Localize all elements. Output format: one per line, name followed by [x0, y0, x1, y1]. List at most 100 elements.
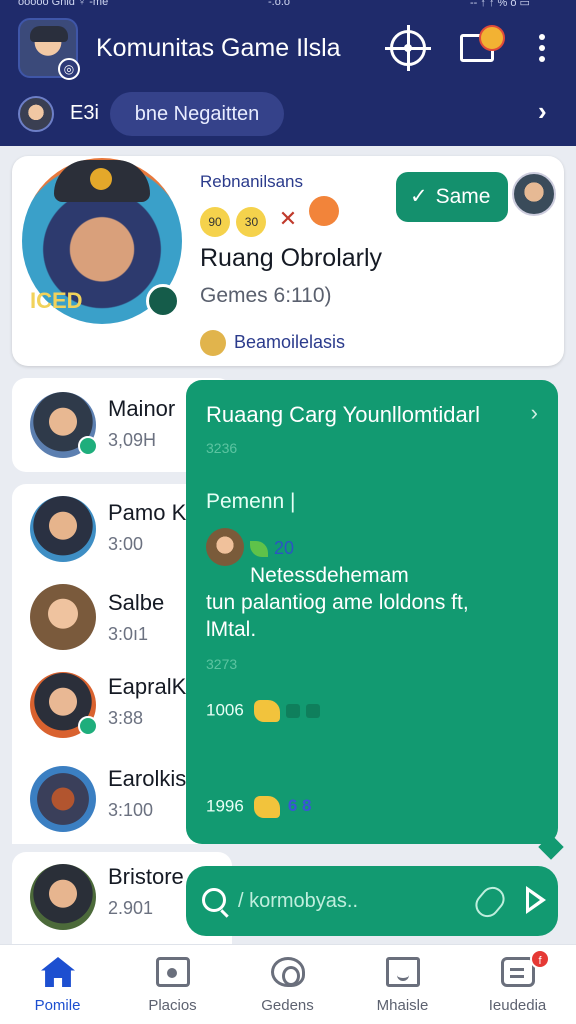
reaction-extra: 6 8 [287, 796, 312, 816]
status-center: -.o.o [268, 0, 291, 8]
square-icon [305, 704, 320, 718]
chat-time: 3:100 [108, 800, 154, 820]
nav-item-media[interactable]: f Ieudedia [460, 945, 575, 1024]
sub-label: E3i [70, 102, 99, 124]
panel-meta: 3273 [206, 656, 238, 672]
sender-name: Pemenn | [206, 490, 296, 513]
send-icon[interactable] [526, 886, 546, 914]
nav-label: Placios [148, 997, 197, 1014]
reaction-emoji-icon[interactable] [309, 196, 340, 226]
message-text: Netessdehemam tun palantiog ame loldons … [206, 562, 546, 643]
settings-badge-icon: ◎ [58, 58, 80, 80]
emoji-icon [479, 25, 505, 51]
message-composer [186, 866, 558, 936]
chat-time: 3:0ı1 [108, 624, 149, 644]
featured-top-text: Rebnanilsans [200, 172, 304, 191]
featured-card[interactable]: ICED Rebnanilsans 90 30 ✕ ✓ Same Ruang Ob… [12, 156, 564, 366]
chat-name[interactable]: Pamo K [108, 500, 186, 526]
attach-icon[interactable] [470, 882, 510, 922]
chat-name[interactable]: Salbe [108, 590, 164, 616]
cross-icon[interactable]: ✕ [273, 204, 303, 234]
status-dot-icon [146, 284, 180, 318]
emoji-icon [253, 700, 280, 722]
panel-meta: 3236 [206, 440, 238, 456]
message-line: lMtal. [206, 618, 257, 641]
app-title: Komunitas Game Ilsla [96, 34, 341, 62]
emoji-icon [253, 796, 280, 818]
sender-meta: 20 [250, 538, 294, 559]
reaction-count: 1996 [206, 796, 244, 816]
reaction-row[interactable]: 1006 [206, 700, 320, 722]
more-vert-icon[interactable] [536, 34, 548, 67]
game-icon [200, 330, 226, 356]
conversation-panel[interactable]: Ruaang Carg Younllomtidarl › 3236 Pemenn… [186, 380, 558, 844]
chat-time: 3:88 [108, 708, 144, 728]
participant-avatar[interactable] [512, 172, 556, 216]
chat-name: Bristore [108, 864, 184, 889]
sender-meta-value: 20 [274, 538, 295, 558]
clipboard-icon [386, 957, 420, 987]
nav-label: Gedens [261, 997, 314, 1014]
home-icon [41, 957, 75, 987]
chat-time: 3,09H [108, 430, 157, 450]
reaction-row[interactable]: 1996 6 8 [206, 796, 311, 818]
message-line: Netessdehemam [250, 564, 409, 587]
chevron-right-icon[interactable]: › [531, 400, 538, 426]
reaction-emoji-icon[interactable]: 30 [236, 207, 267, 237]
chat-name[interactable]: Earolkis [108, 766, 186, 792]
search-icon[interactable] [202, 888, 226, 912]
chat-name: Mainor [108, 396, 176, 421]
status-bar: ooooo Gnid ♀ -me -.o.o -- ↑ ↑ % o ▭ [0, 0, 576, 10]
nav-item-gedens[interactable]: Gedens [230, 945, 345, 1024]
ear-icon [271, 957, 305, 987]
status-right: -- ↑ ↑ % o ▭ [470, 0, 530, 9]
hat-icon [54, 160, 150, 202]
avatar [30, 392, 98, 458]
online-icon [78, 716, 98, 736]
user-avatar[interactable] [18, 96, 54, 132]
featured-avatar: ICED [22, 158, 182, 324]
avatar [30, 766, 96, 832]
sender-avatar[interactable] [206, 528, 244, 566]
avatar [30, 584, 96, 650]
avatar [30, 864, 96, 930]
chevron-right-icon[interactable]: › [538, 96, 547, 127]
hat-icon [30, 26, 68, 42]
online-icon [78, 436, 98, 456]
featured-footer-label: Beamoilelasis [234, 331, 346, 352]
message-line: tun palantiog ame loldons ft, [206, 591, 469, 614]
photo-icon [156, 957, 190, 987]
nav-item-home[interactable]: Pomile [0, 945, 115, 1024]
cast-icon[interactable] [460, 25, 505, 62]
nav-label: Mhaisle [376, 997, 429, 1014]
avatar [30, 672, 98, 738]
featured-subtitle: Gemes 6:110) [200, 284, 332, 307]
reaction-count: 1006 [206, 700, 244, 720]
avatar-tag: ICED [30, 288, 83, 313]
nav-label: Pomile [34, 997, 81, 1014]
app-avatar[interactable]: ◎ [18, 18, 80, 80]
bottom-nav: Pomile Placios Gedens Mhaisle f Ieudedia [0, 944, 576, 1024]
chat-time: 2.901 [108, 898, 154, 918]
message-input[interactable] [238, 880, 472, 922]
same-button-label: Same [435, 185, 491, 208]
avatar [30, 496, 96, 562]
reaction-emoji-icon[interactable]: 90 [200, 207, 230, 237]
nav-item-mhaisle[interactable]: Mhaisle [345, 945, 460, 1024]
leaf-icon [250, 541, 268, 558]
status-left: ooooo Gnid ♀ -me [18, 0, 109, 8]
chat-name[interactable]: EapralK [108, 674, 186, 700]
same-button[interactable]: ✓ Same [396, 172, 508, 222]
panel-title[interactable]: Ruaang Carg Younllomtidarl [206, 402, 480, 428]
chat-time: 3:00 [108, 534, 144, 554]
nav-label: Ieudedia [488, 997, 547, 1014]
square-icon [285, 704, 300, 718]
filter-pill[interactable]: bne Negaitten [110, 92, 284, 136]
check-icon: ✓ [410, 185, 428, 208]
reaction-row: 90 30 ✕ [200, 196, 341, 237]
app-header: ooooo Gnid ♀ -me -.o.o -- ↑ ↑ % o ▭ ◎ Ko… [0, 0, 576, 146]
target-icon[interactable] [385, 25, 431, 71]
nav-item-places[interactable]: Placios [115, 945, 230, 1024]
featured-title: Ruang Obrolarly [200, 244, 383, 272]
featured-footer[interactable]: Beamoilelasis [200, 330, 345, 356]
